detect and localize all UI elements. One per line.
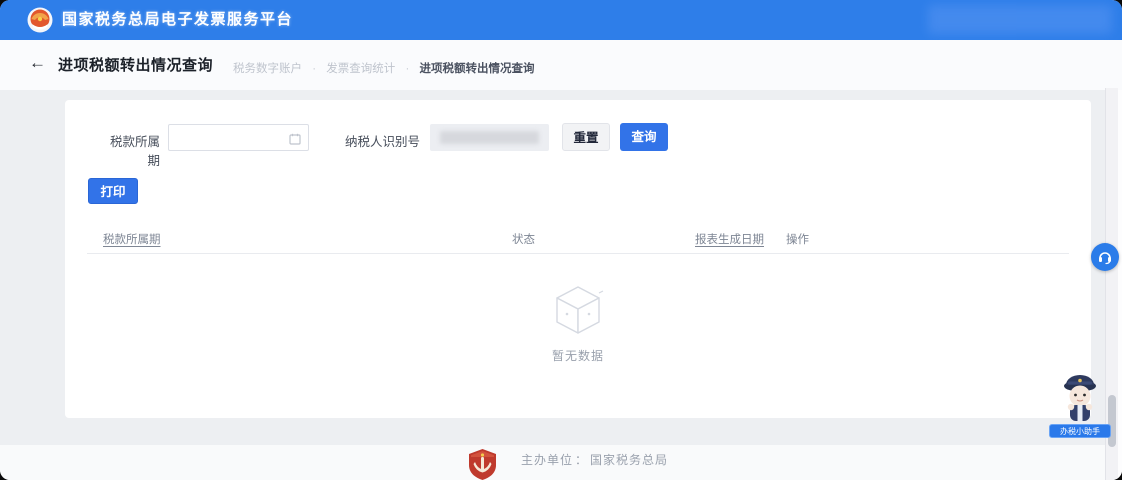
breadcrumb-item-current: 进项税额转出情况查询	[419, 63, 535, 75]
empty-box-icon	[556, 286, 604, 334]
column-header-generated-date[interactable]: 报表生成日期	[695, 231, 764, 247]
footer-host-value: 国家税务总局	[590, 453, 669, 467]
platform-title: 国家税务总局电子发票服务平台	[62, 11, 294, 28]
window-right-gutter	[1118, 90, 1122, 480]
reset-button[interactable]: 重置	[562, 123, 610, 151]
table-header-divider	[87, 253, 1069, 254]
page-title: 进项税额转出情况查询	[58, 57, 214, 74]
footer-host-text: 主办单位：国家税务总局	[521, 445, 668, 476]
taxpayer-id-redacted	[440, 131, 539, 144]
calendar-icon[interactable]	[289, 132, 301, 145]
breadcrumb-separator: ·	[405, 63, 410, 75]
footer-host-label: 主办单位	[521, 453, 574, 467]
tax-emblem-icon	[27, 7, 53, 33]
user-info-redacted	[928, 5, 1112, 34]
taxpayer-id-label: 纳税人识别号	[345, 135, 421, 149]
footer-separator: ：	[575, 453, 589, 467]
tax-period-value[interactable]	[177, 126, 289, 151]
top-header: 国家税务总局电子发票服务平台	[0, 0, 1122, 40]
column-header-status: 状态	[512, 234, 535, 246]
empty-state: 暂无数据	[65, 281, 1091, 364]
breadcrumb-bar: ← 进项税额转出情况查询 税务数字账户 · 发票查询统计 · 进项税额转出情况查…	[0, 40, 1122, 90]
app-window: 国家税务总局电子发票服务平台 ← 进项税额转出情况查询 税务数字账户 · 发票查…	[0, 0, 1122, 480]
tax-shield-icon	[466, 448, 499, 480]
empty-state-text: 暂无数据	[551, 349, 604, 363]
headset-icon	[1099, 252, 1111, 265]
column-header-actions: 操作	[786, 234, 809, 246]
query-card: 税款所属期 纳税人识别号 重置 查询 打印 税款所属期 状态 报表生成日期 操作	[65, 100, 1091, 418]
mascot-officer-icon	[1064, 375, 1096, 421]
back-arrow-icon[interactable]: ←	[29, 53, 46, 73]
tax-period-input[interactable]	[168, 124, 309, 151]
breadcrumb-item-digital-account[interactable]: 税务数字账户	[233, 63, 302, 75]
breadcrumb-item-invoice-query[interactable]: 发票查询统计	[326, 63, 395, 75]
customer-service-button[interactable]	[1091, 243, 1119, 271]
query-button[interactable]: 查询	[620, 123, 668, 151]
tax-period-label: 税款所属期	[109, 135, 160, 168]
column-header-tax-period[interactable]: 税款所属期	[103, 231, 161, 247]
breadcrumb-separator: ·	[312, 63, 317, 75]
assistant-badge[interactable]: 办税小助手	[1049, 424, 1111, 438]
page-footer: 主办单位：国家税务总局	[0, 445, 1122, 480]
breadcrumb: 税务数字账户 · 发票查询统计 · 进项税额转出情况查询	[233, 60, 535, 76]
print-button[interactable]: 打印	[88, 178, 138, 204]
scrollbar-track[interactable]	[1105, 88, 1118, 480]
assistant-mascot[interactable]	[1056, 371, 1104, 425]
table-header-row: 税款所属期 状态 报表生成日期 操作	[65, 231, 1091, 251]
scrollbar-thumb[interactable]	[1108, 395, 1116, 447]
taxpayer-id-input-disabled	[430, 124, 549, 151]
